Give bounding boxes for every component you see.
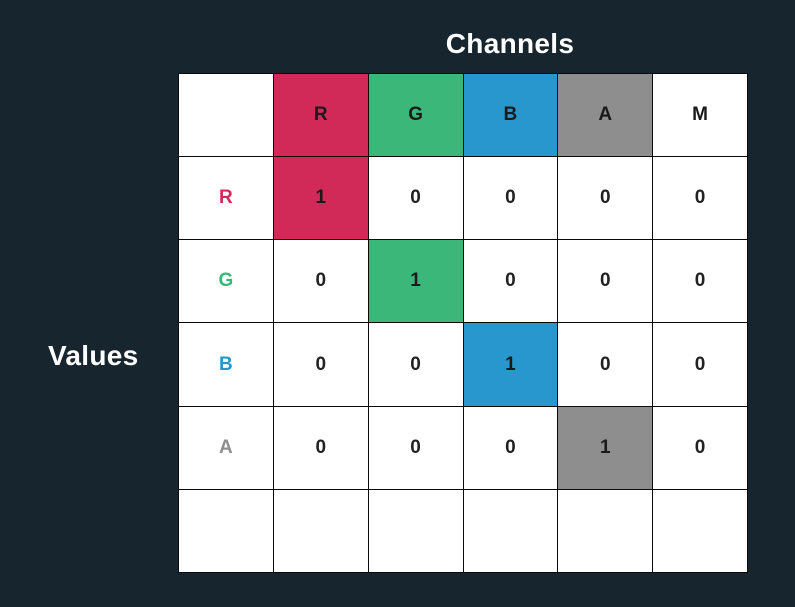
footer-cell-2 — [368, 489, 463, 572]
col-header-m: M — [652, 73, 747, 156]
cell-b-a: 0 — [557, 322, 652, 405]
footer-cell-3 — [463, 489, 558, 572]
cell-r-a: 0 — [557, 156, 652, 239]
cell-r-g: 0 — [368, 156, 463, 239]
cell-r-r: 1 — [273, 156, 368, 239]
cell-g-a: 0 — [557, 239, 652, 322]
cell-g-r: 0 — [273, 239, 368, 322]
cell-a-b: 0 — [463, 406, 558, 489]
footer-cell-5 — [652, 489, 747, 572]
cell-g-g: 1 — [368, 239, 463, 322]
col-header-a: A — [557, 73, 652, 156]
cell-b-g: 0 — [368, 322, 463, 405]
channels-title: Channels — [350, 28, 670, 60]
cell-g-b: 0 — [463, 239, 558, 322]
row-label-b: B — [178, 322, 273, 405]
row-label-g: G — [178, 239, 273, 322]
cell-a-a: 1 — [557, 406, 652, 489]
values-title: Values — [48, 340, 139, 372]
footer-cell-0 — [178, 489, 273, 572]
corner-cell — [178, 73, 273, 156]
col-header-b: B — [463, 73, 558, 156]
cell-r-m: 0 — [652, 156, 747, 239]
footer-cell-4 — [557, 489, 652, 572]
cell-b-b: 1 — [463, 322, 558, 405]
cell-r-b: 0 — [463, 156, 558, 239]
cell-b-m: 0 — [652, 322, 747, 405]
footer-cell-1 — [273, 489, 368, 572]
col-header-r: R — [273, 73, 368, 156]
row-label-r: R — [178, 156, 273, 239]
row-label-a: A — [178, 406, 273, 489]
col-header-g: G — [368, 73, 463, 156]
cell-a-m: 0 — [652, 406, 747, 489]
color-matrix: R G B A M R 1 0 0 0 0 G 0 1 0 0 0 B 0 0 … — [178, 73, 748, 573]
cell-a-g: 0 — [368, 406, 463, 489]
cell-b-r: 0 — [273, 322, 368, 405]
diagram-stage: Channels Values R G B A M R 1 0 0 0 0 G … — [0, 0, 795, 607]
cell-a-r: 0 — [273, 406, 368, 489]
cell-g-m: 0 — [652, 239, 747, 322]
